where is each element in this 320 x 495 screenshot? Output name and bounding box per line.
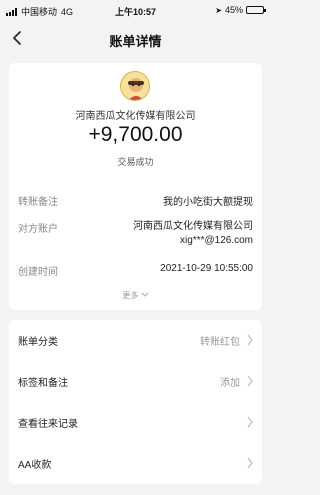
detail-value-created: 2021-10-29 10:55:00 bbox=[160, 263, 253, 274]
list-item-bill-category[interactable]: 账单分类 转账红包 bbox=[9, 320, 262, 361]
detail-label-created: 创建时间 bbox=[18, 267, 58, 278]
location-icon: ➤ bbox=[215, 5, 222, 15]
chevron-right-icon bbox=[247, 375, 253, 387]
merchant-avatar-icon bbox=[121, 72, 149, 100]
actions-card: 账单分类 转账红包 标签和备注 添加 查看往来记录 AA收款 bbox=[9, 320, 262, 484]
battery-icon bbox=[246, 6, 266, 14]
chevron-right-icon bbox=[247, 416, 253, 428]
list-item-history[interactable]: 查看往来记录 bbox=[9, 402, 262, 443]
transaction-status: 交易成功 bbox=[117, 157, 154, 167]
merchant-avatar[interactable] bbox=[120, 71, 150, 101]
list-item-label: 标签和备注 bbox=[18, 378, 68, 389]
more-label: 更多 bbox=[122, 291, 139, 300]
list-item-aa-collect[interactable]: AA收款 bbox=[9, 443, 262, 484]
chevron-right-icon bbox=[247, 334, 253, 346]
status-right: ➤ 45% bbox=[215, 5, 266, 15]
list-item-label: 账单分类 bbox=[18, 337, 58, 348]
chevron-down-icon bbox=[141, 292, 148, 297]
detail-label-account: 对方账户 bbox=[18, 224, 58, 235]
list-item-value: 转账红包 bbox=[200, 337, 240, 348]
status-bar: 中国移动 4G 上午10:57 ➤ 45% bbox=[0, 0, 271, 22]
list-item-label: AA收款 bbox=[18, 460, 52, 471]
list-item-value: 添加 bbox=[220, 378, 240, 389]
nav-bar: 账单详情 bbox=[0, 22, 271, 56]
detail-label-remark: 转账备注 bbox=[18, 197, 58, 208]
merchant-name: 河南西瓜文化传媒有限公司 bbox=[75, 111, 196, 122]
more-button[interactable]: 更多 bbox=[9, 290, 262, 301]
transaction-card: 河南西瓜文化传媒有限公司 +9,700.00 交易成功 转账备注 我的小吃街大额… bbox=[9, 63, 262, 310]
battery-percent: 45% bbox=[224, 5, 243, 15]
list-item-tags-notes[interactable]: 标签和备注 添加 bbox=[9, 361, 262, 402]
detail-value-remark: 我的小吃街大额提现 bbox=[163, 197, 253, 208]
transaction-amount: +9,700.00 bbox=[88, 123, 183, 146]
detail-value-account: 河南西瓜文化传媒有限公司 xig***@126.com bbox=[133, 221, 253, 246]
list-item-label: 查看往来记录 bbox=[18, 419, 78, 430]
page-title: 账单详情 bbox=[109, 34, 162, 49]
chevron-right-icon bbox=[247, 457, 253, 469]
